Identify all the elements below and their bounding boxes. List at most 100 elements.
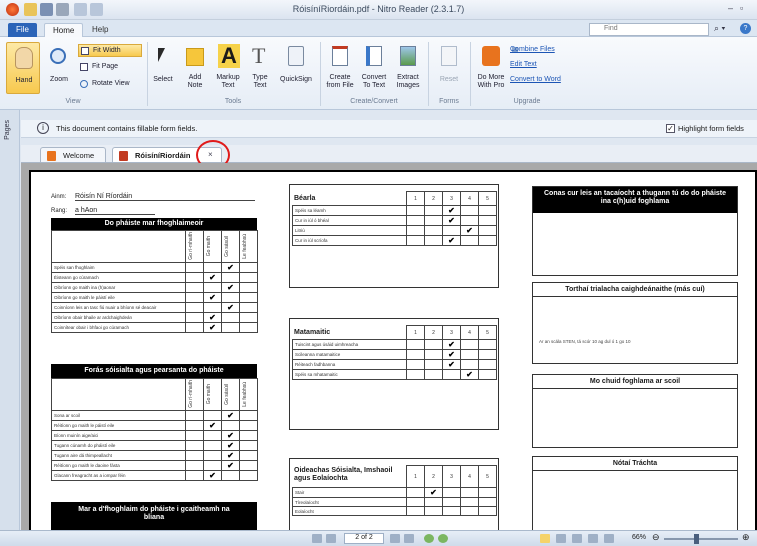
zoom-button[interactable]: Zoom: [44, 42, 74, 94]
rating-cell[interactable]: [460, 235, 479, 246]
rating-cell[interactable]: ✔: [442, 205, 461, 216]
rating-cell[interactable]: [203, 440, 222, 451]
rating-cell[interactable]: [424, 205, 443, 216]
find-options-icon[interactable]: ⌕ ▾: [714, 23, 725, 34]
rating-cell[interactable]: [185, 450, 204, 461]
prev-page-icon[interactable]: [326, 534, 336, 543]
rating-cell[interactable]: [442, 487, 461, 498]
rating-cell[interactable]: [460, 339, 479, 350]
extract-images-button[interactable]: Extract Images: [392, 42, 424, 94]
rating-cell[interactable]: [185, 312, 204, 323]
rating-cell[interactable]: [239, 420, 258, 431]
rating-cell[interactable]: [424, 369, 443, 380]
comments-box[interactable]: Nótaí Tráchta: [532, 456, 738, 532]
rating-cell[interactable]: [406, 487, 425, 498]
rating-cell[interactable]: [406, 349, 425, 360]
rating-cell[interactable]: [406, 506, 425, 516]
rating-cell[interactable]: [185, 272, 204, 283]
rating-cell[interactable]: [203, 262, 222, 273]
rating-cell[interactable]: [424, 339, 443, 350]
rating-cell[interactable]: ✔: [424, 487, 443, 498]
zoom-slider[interactable]: [664, 538, 738, 540]
pages-panel-tab[interactable]: Pages: [4, 120, 11, 140]
rating-cell[interactable]: [478, 506, 497, 516]
rating-cell[interactable]: [239, 322, 258, 333]
rating-cell[interactable]: [221, 312, 240, 323]
rating-cell[interactable]: [185, 322, 204, 333]
reset-button[interactable]: Reset: [434, 42, 464, 94]
rotate-view-button[interactable]: Rotate View: [78, 78, 142, 91]
rating-cell[interactable]: [239, 272, 258, 283]
rating-cell[interactable]: ✔: [203, 470, 222, 481]
rating-cell[interactable]: [424, 225, 443, 236]
class-field[interactable]: a hAon: [75, 207, 155, 215]
rating-cell[interactable]: [185, 282, 204, 293]
test-results-box[interactable]: Torthaí trialacha caighdeánaithe (más cu…: [532, 282, 738, 364]
rating-cell[interactable]: ✔: [221, 282, 240, 293]
rating-cell[interactable]: [203, 282, 222, 293]
rating-cell[interactable]: ✔: [442, 349, 461, 360]
rating-cell[interactable]: [203, 460, 222, 471]
rating-cell[interactable]: [239, 312, 258, 323]
rating-cell[interactable]: [239, 292, 258, 303]
rating-cell[interactable]: [406, 205, 425, 216]
rating-cell[interactable]: [221, 470, 240, 481]
rating-cell[interactable]: [239, 410, 258, 421]
rating-cell[interactable]: [203, 430, 222, 441]
rating-cell[interactable]: ✔: [203, 312, 222, 323]
rating-cell[interactable]: [424, 359, 443, 370]
quicksign-button[interactable]: QuickSign: [276, 42, 316, 94]
rating-cell[interactable]: ✔: [221, 450, 240, 461]
rating-cell[interactable]: ✔: [221, 440, 240, 451]
tab-file[interactable]: File: [8, 23, 37, 37]
continuous-icon[interactable]: [556, 534, 566, 543]
rating-cell[interactable]: [185, 460, 204, 471]
rating-cell[interactable]: [478, 225, 497, 236]
rating-cell[interactable]: [424, 349, 443, 360]
rating-cell[interactable]: [239, 460, 258, 471]
rating-cell[interactable]: ✔: [203, 272, 222, 283]
edit-text-link[interactable]: Edit Text: [510, 61, 537, 68]
zoom-in-icon[interactable]: ⊕: [742, 532, 750, 543]
rating-cell[interactable]: [478, 359, 497, 370]
rating-cell[interactable]: [460, 215, 479, 226]
create-from-file-button[interactable]: Create from File: [324, 42, 356, 94]
rating-cell[interactable]: [406, 235, 425, 246]
rating-cell[interactable]: [239, 282, 258, 293]
rating-cell[interactable]: [478, 205, 497, 216]
rating-cell[interactable]: [239, 440, 258, 451]
rating-cell[interactable]: [406, 215, 425, 226]
my-learning-box[interactable]: Mo chuid foghlama ar scoil: [532, 374, 738, 448]
rating-cell[interactable]: [442, 506, 461, 516]
forward-icon[interactable]: [438, 534, 448, 543]
page-indicator[interactable]: 2 of 2: [344, 533, 384, 544]
rating-cell[interactable]: ✔: [442, 235, 461, 246]
combine-files-link[interactable]: Combine Files: [510, 46, 555, 53]
rating-cell[interactable]: ✔: [203, 322, 222, 333]
fit-width-button[interactable]: Fit Width: [78, 44, 142, 57]
rating-cell[interactable]: ✔: [221, 302, 240, 313]
rating-cell[interactable]: ✔: [442, 339, 461, 350]
fullscreen-icon[interactable]: [604, 534, 614, 543]
rating-cell[interactable]: ✔: [203, 292, 222, 303]
name-field[interactable]: Róisín Ní Ríordáin: [75, 193, 255, 201]
rating-cell[interactable]: [239, 302, 258, 313]
support-box[interactable]: Conas cur leis an tacaíocht a thugann tú…: [532, 186, 738, 276]
rating-cell[interactable]: [478, 349, 497, 360]
find-input[interactable]: Find: [589, 23, 709, 36]
convert-to-text-button[interactable]: Convert To Text: [358, 42, 390, 94]
rating-cell[interactable]: [185, 292, 204, 303]
rating-cell[interactable]: [460, 359, 479, 370]
add-note-button[interactable]: Add Note: [180, 42, 210, 94]
rating-cell[interactable]: [478, 235, 497, 246]
highlight-fields-checkbox[interactable]: ✓: [666, 124, 675, 133]
first-page-icon[interactable]: [312, 534, 322, 543]
rating-cell[interactable]: [221, 272, 240, 283]
rating-cell[interactable]: ✔: [460, 225, 479, 236]
select-button[interactable]: Select: [150, 42, 176, 94]
rating-cell[interactable]: [460, 487, 479, 498]
rating-cell[interactable]: [185, 420, 204, 431]
next-page-icon[interactable]: [390, 534, 400, 543]
rating-cell[interactable]: ✔: [221, 262, 240, 273]
rating-cell[interactable]: [478, 487, 497, 498]
